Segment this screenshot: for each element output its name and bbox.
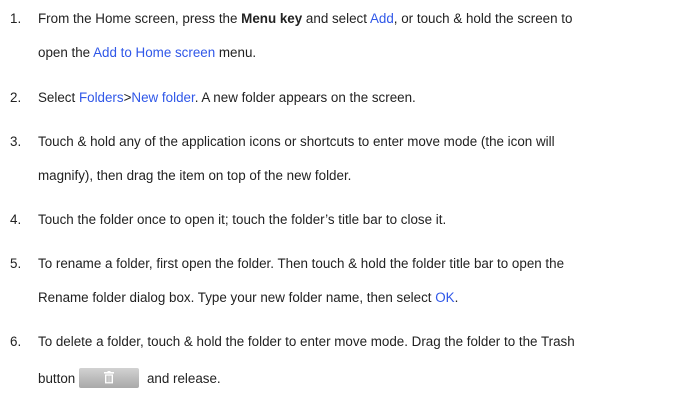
step-text: and release. (143, 371, 221, 386)
step-text: To delete a folder, touch & hold the fol… (38, 334, 575, 349)
step-number: 2. (10, 90, 22, 105)
step-text: Touch the folder once to open it; touch … (38, 212, 447, 227)
add-to-home-screen-link[interactable]: Add to Home screen (93, 45, 215, 60)
step-text: open the (38, 45, 94, 60)
step-number: 4. (10, 212, 22, 227)
ok-link[interactable]: OK (435, 290, 454, 305)
step-text: From the Home screen, press the (38, 11, 242, 26)
step-text: . (454, 290, 459, 305)
step-text: Select (38, 90, 79, 105)
step-text-line: Rename folder dialog box. Type your new … (38, 290, 458, 306)
step-text: Rename folder dialog box. Type your new … (38, 290, 436, 305)
step-text-line: From the Home screen, press the Menu key… (38, 11, 572, 27)
step-text: , or touch & hold the screen to (393, 11, 573, 26)
trash-button (79, 368, 140, 388)
add-link[interactable]: Add (370, 11, 394, 26)
step-text-line: Select Folders>New folder. A new folder … (38, 90, 416, 106)
step-text: Touch & hold any of the application icon… (38, 134, 555, 149)
step-text: . A new folder appears on the screen. (194, 90, 416, 105)
new-folder-link[interactable]: New folder (131, 90, 194, 105)
step-text-line: To delete a folder, touch & hold the fol… (38, 334, 575, 350)
step-number: 3. (10, 134, 22, 149)
step-text: To rename a folder, first open the folde… (38, 256, 565, 271)
step-text-line: button and release. (38, 368, 221, 388)
step-text: menu. (215, 45, 257, 60)
step-number: 5. (10, 256, 22, 271)
step-text-line: Touch the folder once to open it; touch … (38, 212, 446, 228)
step-number: 6. (10, 334, 22, 349)
menu-key-label: Menu key (241, 11, 303, 26)
step-text: magnify), then drag the item on top of t… (38, 168, 352, 183)
step-text-line: open the Add to Home screen menu. (38, 45, 256, 61)
step-text-line: To rename a folder, first open the folde… (38, 256, 564, 272)
folders-link[interactable]: Folders (79, 90, 124, 105)
step-text-line: Touch & hold any of the application icon… (38, 134, 555, 150)
step-text-line: magnify), then drag the item on top of t… (38, 168, 351, 184)
trash-icon (104, 371, 115, 384)
step-text: and select (302, 11, 370, 26)
step-text: button (38, 371, 76, 386)
step-number: 1. (10, 11, 22, 26)
